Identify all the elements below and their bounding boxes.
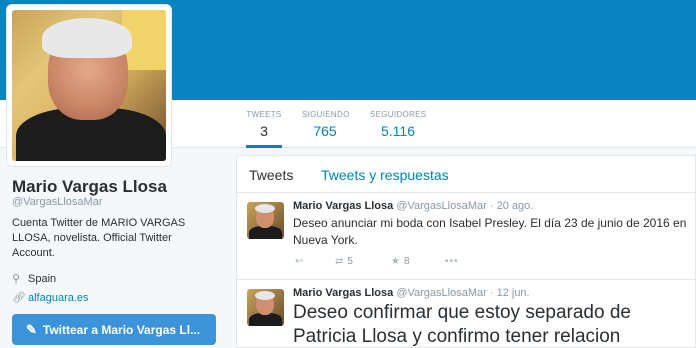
tweet-author-name[interactable]: Mario Vargas Llosa	[293, 287, 393, 299]
star-icon: ★	[391, 256, 400, 267]
stat-followers[interactable]: SEGUIDORES 5.116	[370, 110, 426, 139]
tab-tweets[interactable]: Tweets	[249, 167, 293, 183]
stat-following[interactable]: SIGUIENDO 765	[302, 110, 350, 139]
tweet-sep: ·	[489, 200, 494, 212]
link-icon: 🔗︎	[12, 292, 26, 304]
profile-avatar[interactable]	[6, 4, 172, 167]
profile-website-link[interactable]: alfaguara.es	[28, 292, 89, 304]
profile-location-text: Spain	[28, 272, 57, 285]
profile-name[interactable]: Mario Vargas Llosa	[12, 177, 167, 197]
stat-following-label: SIGUIENDO	[302, 110, 350, 119]
profile-bio: Cuenta Twitter de MARIO VARGAS LLOSA, no…	[12, 217, 186, 259]
tweet-text: Deseo confirmar que estoy separado de Pa…	[293, 302, 631, 347]
map-pin-icon: ⚲	[12, 273, 21, 285]
stat-tweets-label: TWEETS	[246, 110, 282, 119]
timeline-tabs: Tweets Tweets y respuestas	[237, 156, 695, 193]
tweet-to-label: Twittear a Mario Vargas Ll...	[42, 322, 201, 337]
tweet-avatar[interactable]	[247, 289, 284, 326]
avatar-photo	[12, 10, 166, 161]
stat-followers-label: SEGUIDORES	[370, 110, 427, 119]
timeline: Tweets Tweets y respuestas Mario Vargas …	[236, 155, 696, 348]
tweet-avatar[interactable]	[247, 202, 284, 239]
tweet-author-handle[interactable]: @VargasLlosaMar	[396, 200, 486, 212]
retweet-count: 5	[347, 256, 353, 267]
profile-handle[interactable]: @VargasLlosaMar	[12, 196, 102, 208]
stat-tweets-value: 3	[260, 123, 268, 139]
tweet-author-handle[interactable]: @VargasLlosaMar	[396, 287, 486, 299]
tweet-header: Mario Vargas Llosa @VargasLlosaMar · 12 …	[293, 287, 530, 299]
stat-followers-value: 5.116	[381, 123, 415, 139]
favorite-count: 8	[403, 256, 410, 267]
tweet-item[interactable]: Mario Vargas Llosa @VargasLlosaMar · 20 …	[237, 194, 695, 280]
tweet-sep: ·	[489, 287, 494, 299]
tab-tweets-and-replies[interactable]: Tweets y respuestas	[321, 167, 449, 183]
tweet-header: Mario Vargas Llosa @VargasLlosaMar · 20 …	[293, 200, 533, 212]
profile-website[interactable]: 🔗︎ alfaguara.es	[12, 291, 89, 305]
retweet-icon: ⇄	[335, 256, 344, 267]
stat-tweets[interactable]: TWEETS 3	[246, 110, 282, 148]
tweet-item[interactable]: Mario Vargas Llosa @VargasLlosaMar · 12 …	[237, 281, 695, 347]
tweet-text: Deseo anunciar mi boda con Isabel Presle…	[293, 216, 687, 247]
tweet-to-button[interactable]: ✎ Twittear a Mario Vargas Ll...	[12, 314, 216, 345]
stat-following-value: 765	[313, 123, 337, 139]
tweet-author-name[interactable]: Mario Vargas Llosa	[293, 200, 393, 212]
compose-icon: ✎	[26, 321, 37, 337]
reply-icon[interactable]: ↩	[295, 256, 303, 267]
tweet-timestamp[interactable]: 20 ago.	[497, 200, 534, 212]
favorite-button[interactable]: ★ 8	[391, 256, 410, 267]
retweet-button[interactable]: ⇄ 5	[335, 256, 353, 267]
profile-location: ⚲ Spain	[12, 272, 57, 286]
tweet-timestamp[interactable]: 12 jun.	[497, 287, 530, 299]
more-icon[interactable]: •••	[445, 256, 459, 267]
